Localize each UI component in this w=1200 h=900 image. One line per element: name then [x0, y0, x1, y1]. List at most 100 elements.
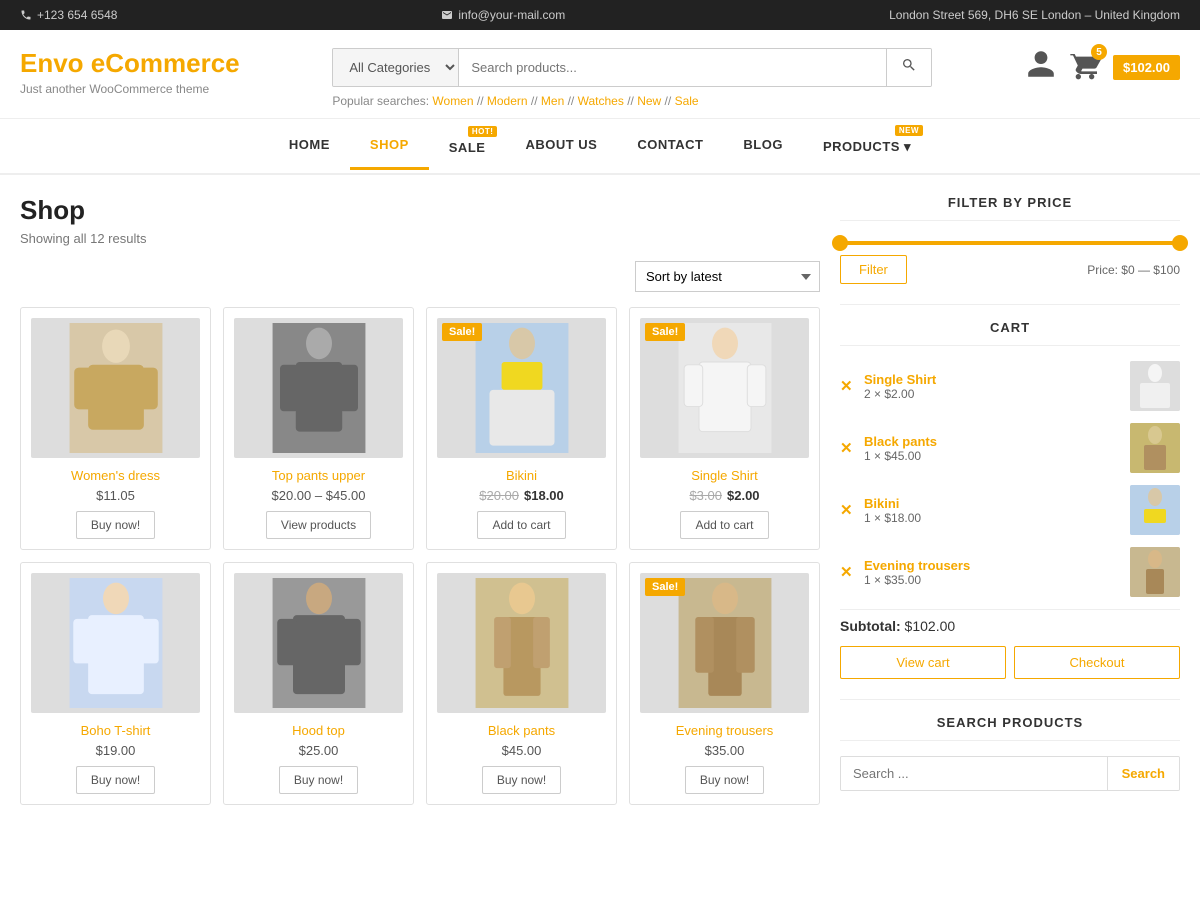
product-name[interactable]: Black pants	[437, 723, 606, 738]
cart-remove-button[interactable]: ✕	[840, 501, 856, 519]
product-image	[437, 573, 606, 713]
product-price: $25.00	[234, 743, 403, 758]
product-price: $11.05	[31, 488, 200, 503]
add-to-cart-button[interactable]: Add to cart	[477, 511, 565, 539]
popular-link-men[interactable]: Men	[541, 94, 564, 108]
cart-item-qty: 1 × $18.00	[864, 511, 1122, 525]
popular-link-sale[interactable]: Sale	[675, 94, 699, 108]
logo-area: Envo eCommerce Just another WooCommerce …	[20, 48, 240, 96]
product-price: $35.00	[640, 743, 809, 758]
cart-item-info: Bikini 1 × $18.00	[864, 496, 1122, 525]
product-price: $20.00$18.00	[437, 488, 606, 503]
cart-item: ✕ Single Shirt 2 × $2.00	[840, 361, 1180, 411]
product-price: $20.00 – $45.00	[234, 488, 403, 503]
sort-bar: Sort by latest Sort by popularity Sort b…	[20, 261, 820, 292]
search-input[interactable]	[459, 49, 886, 86]
cart-item-info: Single Shirt 2 × $2.00	[864, 372, 1122, 401]
product-image	[234, 573, 403, 713]
products-badge: NEW	[895, 125, 923, 136]
product-name-single-shirt[interactable]: Single Shirt	[640, 468, 809, 483]
nav-item-about[interactable]: ABOUT US	[505, 122, 617, 170]
sort-select[interactable]: Sort by latest Sort by popularity Sort b…	[635, 261, 820, 292]
product-card: Sale! Evening trousers $35.00 Buy now!	[629, 562, 820, 805]
cart-item-name[interactable]: Evening trousers	[864, 558, 1122, 573]
search-products-button[interactable]: Search	[1107, 757, 1179, 790]
view-cart-button[interactable]: View cart	[840, 646, 1006, 679]
cart-item-qty: 1 × $35.00	[864, 573, 1122, 587]
product-image	[31, 573, 200, 713]
popular-link-new[interactable]: New	[637, 94, 661, 108]
product-name[interactable]: Women's dress	[31, 468, 200, 483]
logo-title[interactable]: Envo eCommerce	[20, 48, 240, 79]
cart-item-info: Evening trousers 1 × $35.00	[864, 558, 1122, 587]
nav-item-home[interactable]: HOME	[269, 122, 350, 170]
buy-now-button[interactable]: Buy now!	[76, 766, 155, 794]
nav-item-blog[interactable]: BLOG	[723, 122, 803, 170]
product-name[interactable]: Top pants upper	[234, 468, 403, 483]
top-bar: +123 654 6548 info@your-mail.com London …	[0, 0, 1200, 30]
sale-badge: Sale!	[645, 323, 685, 341]
product-image	[31, 318, 200, 458]
product-price: $45.00	[437, 743, 606, 758]
navigation: HOME SHOP SALE HOT! ABOUT US CONTACT BLO…	[0, 119, 1200, 175]
email: info@your-mail.com	[441, 8, 565, 22]
sidebar: FILTER BY PRICE Filter Price: $0 — $100 …	[840, 195, 1180, 811]
products-section: Shop Showing all 12 results Sort by late…	[20, 195, 820, 811]
product-card: Boho T-shirt $19.00 Buy now!	[20, 562, 211, 805]
category-select[interactable]: All Categories	[333, 49, 459, 86]
add-to-cart-button[interactable]: Add to cart	[680, 511, 768, 539]
cart-item-name[interactable]: Bikini	[864, 496, 1122, 511]
checkout-button[interactable]: Checkout	[1014, 646, 1180, 679]
popular-searches: Popular searches: Women // Modern // Men…	[332, 94, 932, 108]
cart-badge: 5	[1091, 44, 1107, 60]
product-price: $19.00	[31, 743, 200, 758]
cart-item-info: Black pants 1 × $45.00	[864, 434, 1122, 463]
filter-button[interactable]: Filter	[840, 255, 907, 284]
product-name[interactable]: Bikini	[437, 468, 606, 483]
view-products-button[interactable]: View products	[266, 511, 371, 539]
cart-item-name[interactable]: Black pants	[864, 434, 1122, 449]
popular-link-watches[interactable]: Watches	[578, 94, 624, 108]
popular-link-women[interactable]: Women	[432, 94, 473, 108]
nav-item-shop[interactable]: SHOP	[350, 122, 429, 170]
cart-icon-wrapper[interactable]: 5	[1069, 50, 1101, 85]
cart-subtotal-value: $102.00	[905, 618, 956, 634]
cart-item: ✕ Bikini 1 × $18.00	[840, 485, 1180, 535]
product-name[interactable]: Boho T-shirt	[31, 723, 200, 738]
cart-remove-button[interactable]: ✕	[840, 377, 856, 395]
cart-item: ✕ Black pants 1 × $45.00	[840, 423, 1180, 473]
price-slider-handle-right[interactable]	[1172, 235, 1188, 251]
nav-item-sale[interactable]: SALE HOT!	[429, 120, 506, 173]
shop-subtitle: Showing all 12 results	[20, 231, 820, 246]
product-price: $3.00$2.00	[640, 488, 809, 503]
search-products-input[interactable]	[841, 757, 1107, 790]
product-card: Sale! Single Shirt $3.00$2.00 Add to car…	[629, 307, 820, 550]
product-name[interactable]: Evening trousers	[640, 723, 809, 738]
product-name[interactable]: Hood top	[234, 723, 403, 738]
cart-item-name[interactable]: Single Shirt	[864, 372, 1122, 387]
buy-now-button[interactable]: Buy now!	[76, 511, 155, 539]
shop-title: Shop	[20, 195, 820, 226]
nav-item-contact[interactable]: CONTACT	[617, 122, 723, 170]
product-grid: Women's dress $11.05 Buy now! Top pants …	[20, 307, 820, 805]
cart-item-image	[1130, 423, 1180, 473]
nav-item-products[interactable]: PRODUCTS ▾ NEW	[803, 119, 931, 173]
buy-now-button[interactable]: Buy now!	[685, 766, 764, 794]
buy-now-button[interactable]: Buy now!	[482, 766, 561, 794]
buy-now-button[interactable]: Buy now!	[279, 766, 358, 794]
account-icon[interactable]	[1025, 48, 1057, 87]
filter-row: Filter Price: $0 — $100	[840, 255, 1180, 284]
sale-badge: HOT!	[468, 126, 498, 137]
cart-total[interactable]: $102.00	[1113, 55, 1180, 80]
price-slider-handle-left[interactable]	[832, 235, 848, 251]
address: London Street 569, DH6 SE London – Unite…	[889, 8, 1180, 22]
search-button[interactable]	[886, 49, 931, 86]
sale-badge: Sale!	[645, 578, 685, 596]
product-image	[234, 318, 403, 458]
popular-link-modern[interactable]: Modern	[487, 94, 528, 108]
cart-item-qty: 1 × $45.00	[864, 449, 1122, 463]
cart-section: CART ✕ Single Shirt 2 × $2.00 ✕ Black pa…	[840, 304, 1180, 679]
cart-remove-button[interactable]: ✕	[840, 439, 856, 457]
price-range-text: Price: $0 — $100	[1087, 263, 1180, 277]
cart-remove-button[interactable]: ✕	[840, 563, 856, 581]
